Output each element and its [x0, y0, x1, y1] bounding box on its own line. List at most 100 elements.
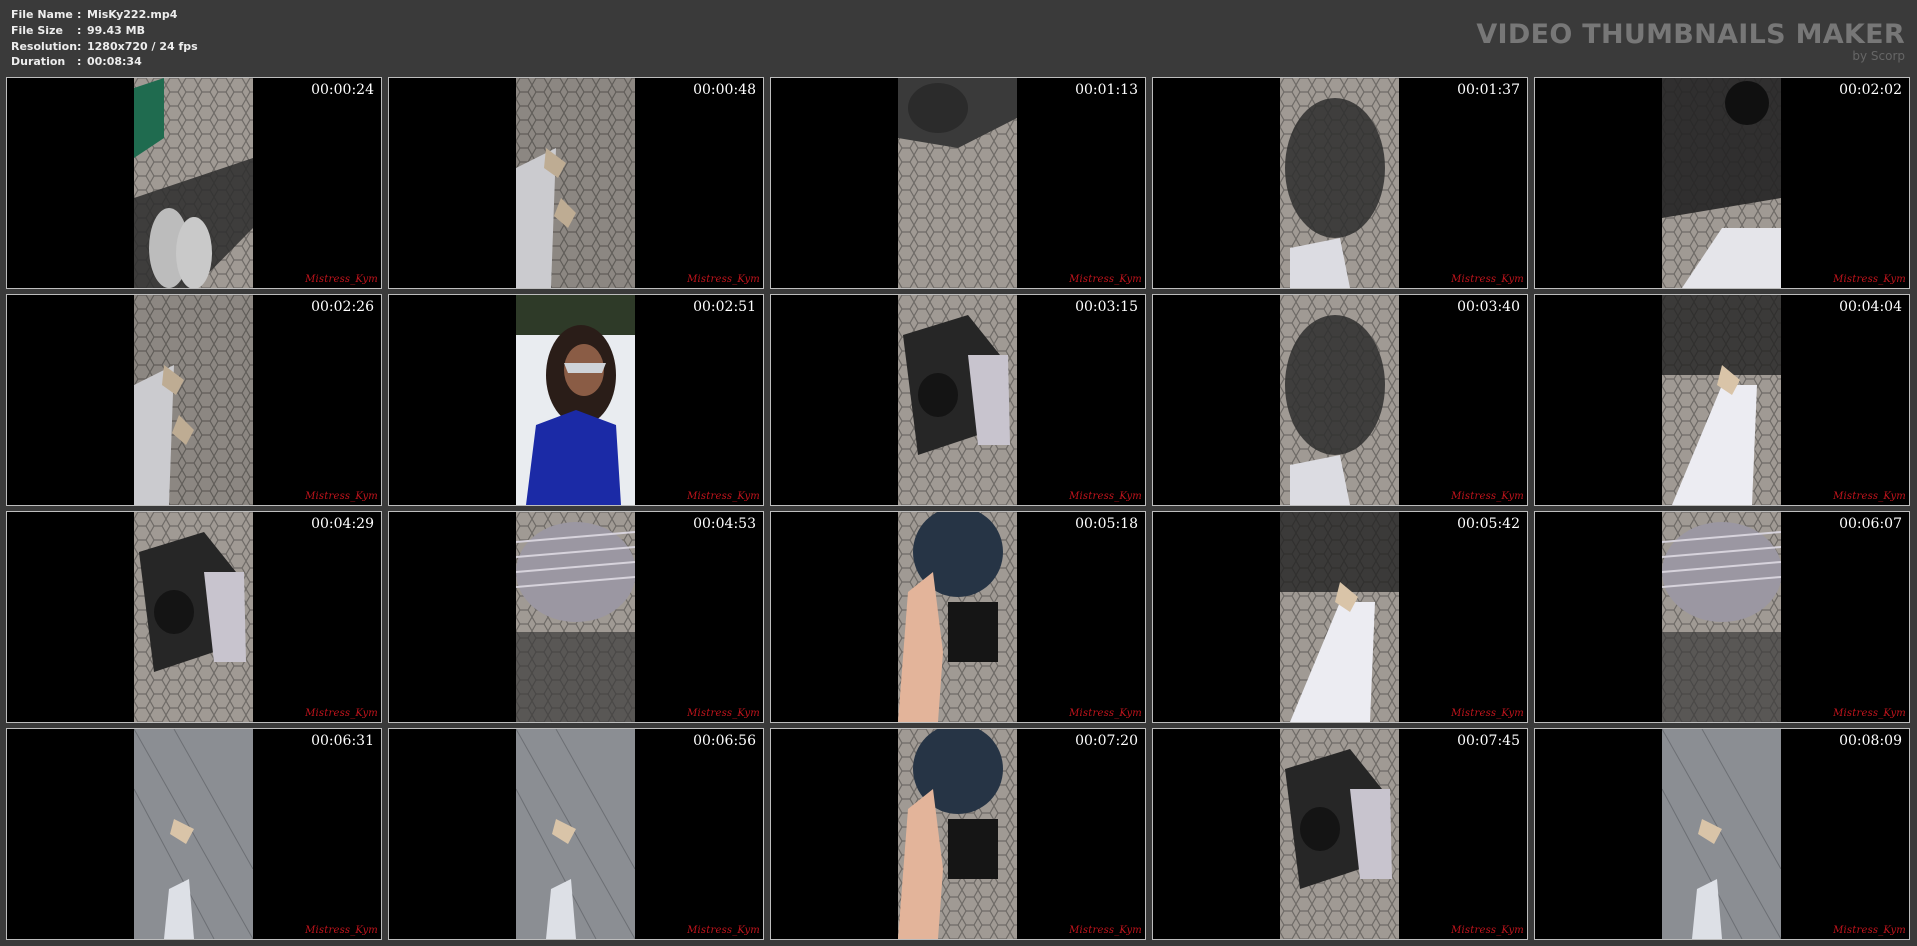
- thumbnail-frame: 00:04:53 Mistress_Kym: [388, 511, 764, 723]
- frame-image: [1662, 78, 1781, 288]
- frame-image: [1662, 295, 1781, 505]
- frame-image: [134, 78, 253, 288]
- thumbnail-frame: 00:02:02 Mistress_Kym: [1534, 77, 1910, 289]
- watermark: Mistress_Kym: [1451, 925, 1524, 936]
- frame-image: [134, 512, 253, 722]
- watermark: Mistress_Kym: [1833, 491, 1906, 502]
- frame-image: [134, 729, 253, 939]
- timestamp: 00:04:04: [1839, 299, 1902, 315]
- thumbnail-frame: 00:02:51 Mistress_Kym: [388, 294, 764, 506]
- timestamp: 00:02:02: [1839, 82, 1902, 98]
- watermark: Mistress_Kym: [1833, 274, 1906, 285]
- watermark: Mistress_Kym: [687, 925, 760, 936]
- thumbnail-frame: 00:07:20 Mistress_Kym: [770, 728, 1146, 940]
- watermark: Mistress_Kym: [687, 708, 760, 719]
- watermark: Mistress_Kym: [687, 274, 760, 285]
- thumbnail-frame: 00:04:29 Mistress_Kym: [6, 511, 382, 723]
- watermark: Mistress_Kym: [1833, 925, 1906, 936]
- resolution-value: 1280x720 / 24 fps: [87, 39, 198, 53]
- thumbnail-frame: 00:01:37 Mistress_Kym: [1152, 77, 1528, 289]
- thumbnail-frame: 00:01:13 Mistress_Kym: [770, 77, 1146, 289]
- duration-label: Duration: [11, 55, 66, 69]
- file-name-label: File Name: [11, 8, 73, 21]
- frame-image: [898, 295, 1017, 505]
- timestamp: 00:07:45: [1457, 733, 1520, 749]
- thumbnail-frame: 00:00:48 Mistress_Kym: [388, 77, 764, 289]
- separator: :: [77, 23, 82, 37]
- resolution-label: Resolution: [11, 39, 78, 53]
- frame-image: [898, 78, 1017, 288]
- brand-subtitle: by Scorp: [1852, 49, 1905, 63]
- thumbnail-frame: 00:03:15 Mistress_Kym: [770, 294, 1146, 506]
- thumbnail-frame: 00:00:24 Mistress_Kym: [6, 77, 382, 289]
- file-name-row: File Name : MisKy222.mp4: [11, 7, 198, 23]
- timestamp: 00:01:37: [1457, 82, 1520, 98]
- frame-image: [516, 295, 635, 505]
- thumbnail-frame: 00:06:07 Mistress_Kym: [1534, 511, 1910, 723]
- timestamp: 00:06:56: [693, 733, 756, 749]
- timestamp: 00:05:18: [1075, 516, 1138, 532]
- file-size-row: File Size : 99.43 MB: [11, 23, 198, 39]
- thumbnail-frame: 00:07:45 Mistress_Kym: [1152, 728, 1528, 940]
- thumbnail-frame: 00:08:09 Mistress_Kym: [1534, 728, 1910, 940]
- timestamp: 00:05:42: [1457, 516, 1520, 532]
- thumbnail-frame: 00:05:42 Mistress_Kym: [1152, 511, 1528, 723]
- file-name-value: MisKy222.mp4: [87, 8, 178, 21]
- thumbnail-grid: 00:00:24 Mistress_Kym 00:00:48 Mistress_Ky…: [6, 77, 1910, 940]
- timestamp: 00:03:15: [1075, 299, 1138, 315]
- info-header: File Name : MisKy222.mp4 File Size : 99.…: [0, 0, 1917, 76]
- separator: :: [77, 39, 82, 53]
- brand-title: VIDEO THUMBNAILS MAKER: [1476, 19, 1905, 50]
- thumbnail-frame: 00:02:26 Mistress_Kym: [6, 294, 382, 506]
- watermark: Mistress_Kym: [1451, 274, 1524, 285]
- duration-row: Duration : 00:08:34: [11, 54, 198, 70]
- watermark: Mistress_Kym: [1833, 708, 1906, 719]
- file-size-value: 99.43 MB: [87, 23, 145, 37]
- thumbnail-frame: 00:03:40 Mistress_Kym: [1152, 294, 1528, 506]
- frame-image: [1662, 729, 1781, 939]
- watermark: Mistress_Kym: [1069, 491, 1142, 502]
- watermark: Mistress_Kym: [305, 491, 378, 502]
- frame-image: [1280, 729, 1399, 939]
- thumbnail-frame: 00:06:31 Mistress_Kym: [6, 728, 382, 940]
- frame-image: [898, 512, 1017, 722]
- timestamp: 00:08:09: [1839, 733, 1902, 749]
- timestamp: 00:02:26: [311, 299, 374, 315]
- timestamp: 00:00:24: [311, 82, 374, 98]
- watermark: Mistress_Kym: [305, 925, 378, 936]
- timestamp: 00:01:13: [1075, 82, 1138, 98]
- frame-image: [898, 729, 1017, 939]
- timestamp: 00:02:51: [693, 299, 756, 315]
- thumbnail-frame: 00:04:04 Mistress_Kym: [1534, 294, 1910, 506]
- timestamp: 00:07:20: [1075, 733, 1138, 749]
- watermark: Mistress_Kym: [687, 491, 760, 502]
- frame-image: [1662, 512, 1781, 722]
- timestamp: 00:04:53: [693, 516, 756, 532]
- timestamp: 00:06:07: [1839, 516, 1902, 532]
- frame-image: [516, 512, 635, 722]
- file-size-label: File Size: [11, 23, 63, 37]
- duration-value: 00:08:34: [87, 55, 142, 69]
- watermark: Mistress_Kym: [305, 274, 378, 285]
- watermark: Mistress_Kym: [1069, 708, 1142, 719]
- brand-logo: VIDEO THUMBNAILS MAKER by Scorp: [1476, 19, 1905, 63]
- frame-image: [516, 729, 635, 939]
- thumbnail-frame: 00:06:56 Mistress_Kym: [388, 728, 764, 940]
- frame-image: [1280, 512, 1399, 722]
- timestamp: 00:04:29: [311, 516, 374, 532]
- separator: :: [77, 55, 82, 69]
- watermark: Mistress_Kym: [1451, 708, 1524, 719]
- file-info-block: File Name : MisKy222.mp4 File Size : 99.…: [11, 7, 198, 70]
- timestamp: 00:03:40: [1457, 299, 1520, 315]
- watermark: Mistress_Kym: [1069, 274, 1142, 285]
- timestamp: 00:06:31: [311, 733, 374, 749]
- watermark: Mistress_Kym: [1451, 491, 1524, 502]
- resolution-row: Resolution : 1280x720 / 24 fps: [11, 39, 198, 55]
- watermark: Mistress_Kym: [305, 708, 378, 719]
- timestamp: 00:00:48: [693, 82, 756, 98]
- watermark: Mistress_Kym: [1069, 925, 1142, 936]
- frame-image: [1280, 295, 1399, 505]
- frame-image: [516, 78, 635, 288]
- frame-image: [134, 295, 253, 505]
- thumbnail-frame: 00:05:18 Mistress_Kym: [770, 511, 1146, 723]
